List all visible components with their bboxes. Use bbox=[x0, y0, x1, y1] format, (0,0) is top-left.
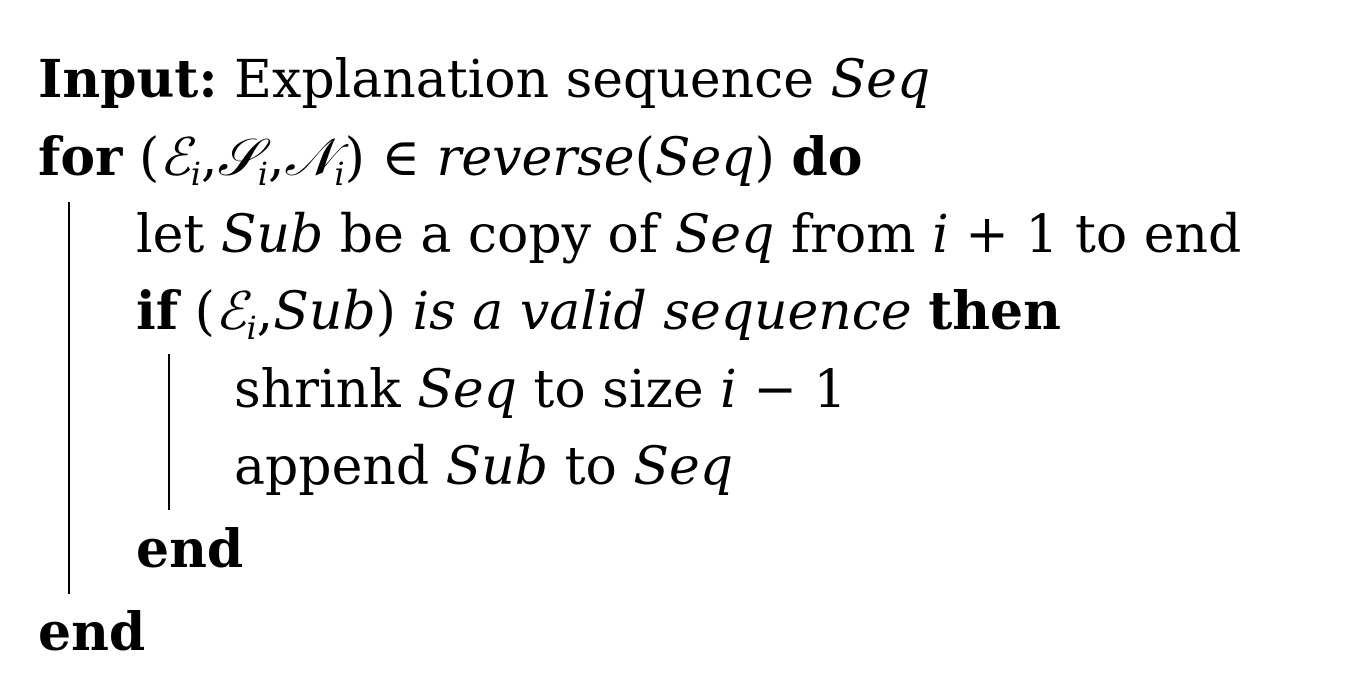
algo-line-end-for: end bbox=[38, 603, 145, 663]
reverse-function: reverse bbox=[436, 128, 635, 188]
symbol-e: ℰ bbox=[159, 128, 191, 188]
subscript-i: i bbox=[190, 155, 201, 193]
to-size-text: to size bbox=[533, 360, 704, 420]
to-end-text: to end bbox=[1074, 205, 1242, 265]
sub-variable: Sub bbox=[273, 282, 376, 342]
tuple-open: ( bbox=[138, 128, 160, 188]
algo-line-for: for (ℰi,𝒮i,𝒩i) ∈ reverse(Seq) do bbox=[38, 127, 863, 191]
algorithm-block: Input: Explanation sequence Seq for (ℰi,… bbox=[0, 0, 1354, 682]
algo-line-append: append Sub to Seq bbox=[234, 437, 733, 497]
if-keyword: if bbox=[136, 281, 179, 342]
comma: , bbox=[201, 128, 218, 188]
symbol-s: 𝒮 bbox=[217, 128, 258, 188]
input-variable: Seq bbox=[830, 50, 931, 110]
seq-variable: Seq bbox=[674, 205, 775, 265]
minus-one: − 1 bbox=[753, 360, 847, 420]
subscript-i: i bbox=[334, 155, 345, 193]
from-text: from bbox=[790, 205, 916, 265]
for-block-bar bbox=[68, 202, 70, 594]
paren-open: ( bbox=[634, 128, 655, 188]
element-of-symbol: ∈ bbox=[381, 128, 420, 188]
seq-variable: Seq bbox=[654, 128, 755, 188]
be-copy-text: be a copy of bbox=[339, 205, 659, 265]
then-keyword: then bbox=[928, 281, 1061, 342]
algo-line-end-if: end bbox=[136, 520, 243, 580]
paren-close: ) bbox=[754, 128, 775, 188]
paren-close: ) bbox=[375, 282, 396, 342]
shrink-text: shrink bbox=[234, 360, 401, 420]
end-for-keyword: end bbox=[38, 602, 146, 663]
seq-variable: Seq bbox=[417, 360, 517, 420]
input-keyword: Input: bbox=[38, 49, 218, 110]
algo-line-if: if (ℰi,Sub) is a valid sequence then bbox=[136, 281, 1061, 345]
paren-open: ( bbox=[194, 282, 215, 342]
input-description: Explanation sequence bbox=[234, 50, 814, 110]
i-variable: i bbox=[720, 360, 737, 420]
tuple-close: ) bbox=[344, 128, 365, 188]
symbol-e: ℰ bbox=[214, 282, 247, 342]
plus-one: + 1 bbox=[965, 205, 1059, 265]
end-if-keyword: end bbox=[136, 519, 244, 580]
algo-line-shrink: shrink Seq to size i − 1 bbox=[234, 360, 847, 420]
symbol-n: 𝒩 bbox=[284, 128, 335, 188]
for-keyword: for bbox=[38, 127, 123, 188]
algo-line-input: Input: Explanation sequence Seq bbox=[38, 49, 931, 111]
i-variable: i bbox=[932, 205, 949, 265]
append-text: append bbox=[234, 437, 430, 497]
let-text: let bbox=[136, 205, 205, 265]
sub-variable: Sub bbox=[220, 205, 324, 265]
valid-sequence-text: is a valid sequence bbox=[412, 282, 912, 342]
comma: , bbox=[256, 282, 274, 342]
do-keyword: do bbox=[791, 127, 863, 188]
algo-line-let: let Sub be a copy of Seq from i + 1 to e… bbox=[136, 205, 1241, 265]
subscript-i: i bbox=[257, 155, 269, 193]
sub-variable: Sub bbox=[445, 437, 549, 497]
if-block-bar bbox=[168, 354, 170, 510]
to-text: to bbox=[564, 437, 617, 497]
comma: , bbox=[268, 128, 285, 188]
subscript-i: i bbox=[246, 309, 257, 347]
seq-variable: Seq bbox=[633, 437, 734, 497]
